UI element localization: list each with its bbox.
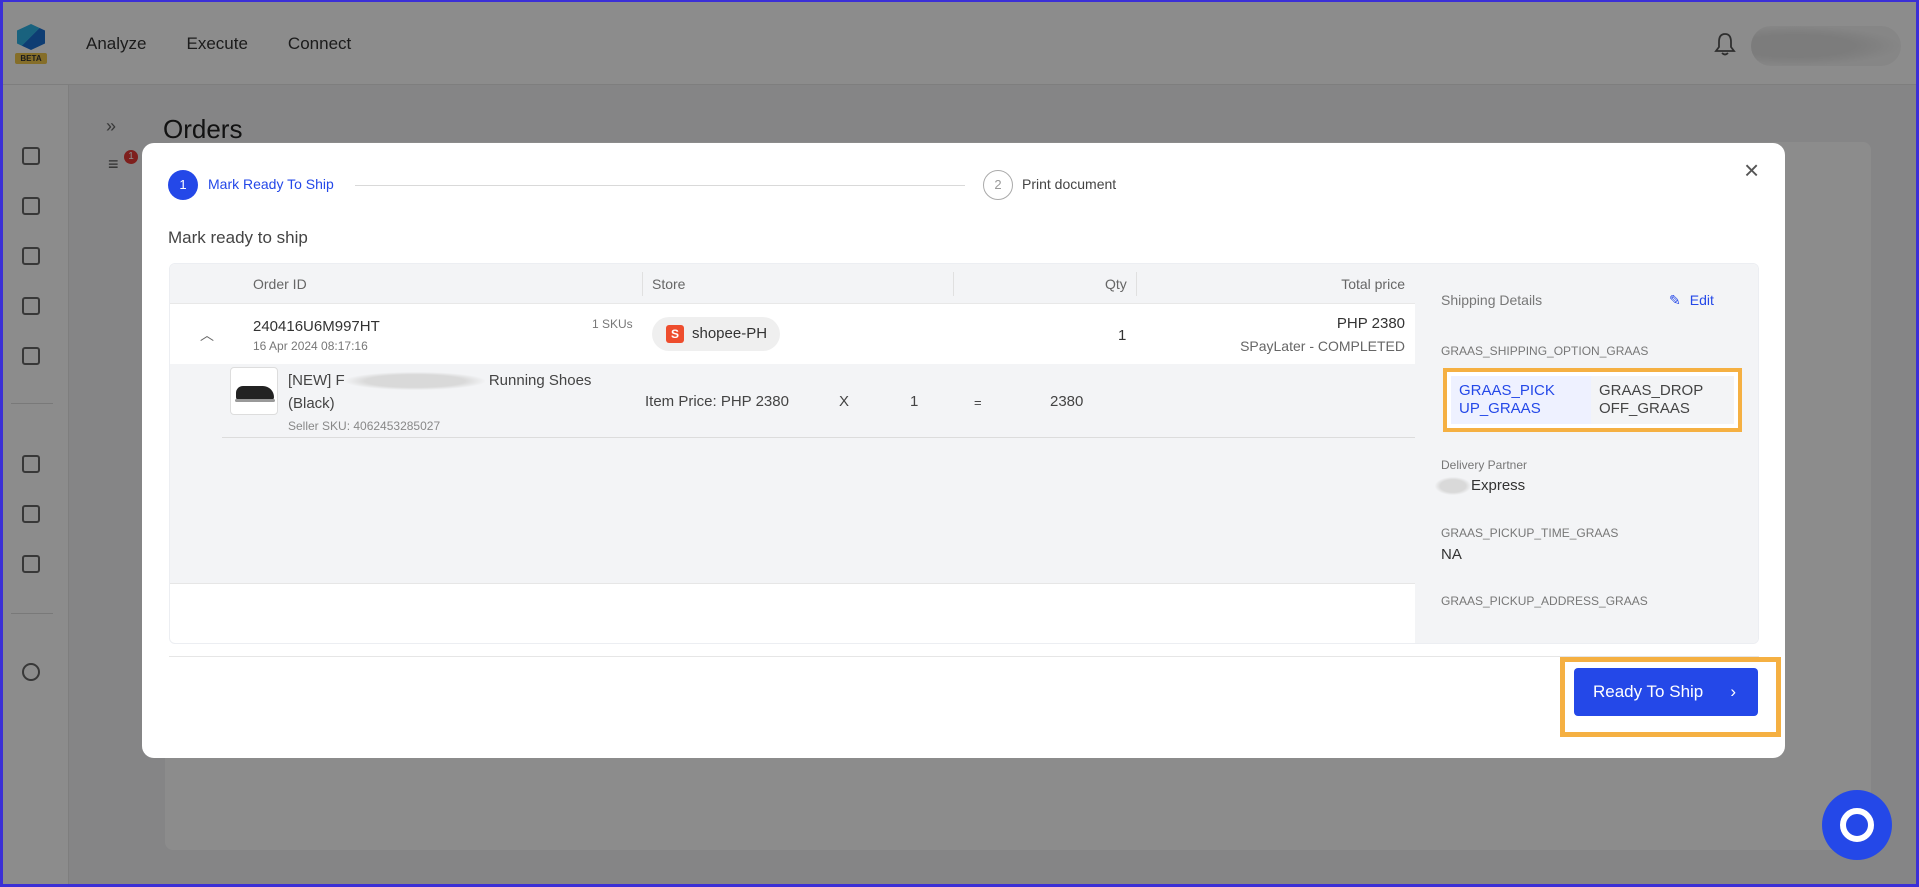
redacted-text (344, 372, 485, 391)
column-separator (1136, 272, 1137, 296)
item-qty: 1 (910, 393, 919, 410)
product-thumbnail (230, 367, 278, 415)
shipping-option-label: GRAAS_SHIPPING_OPTION_GRAAS (1441, 344, 1649, 358)
item-total: 2380 (1050, 393, 1084, 410)
ready-to-ship-label: Ready To Ship (1593, 682, 1704, 701)
product-variant: (Black) (288, 395, 335, 412)
store-badge: S shopee-PH (652, 317, 781, 351)
ready-to-ship-button[interactable]: Ready To Ship › (1574, 668, 1758, 716)
app-window: BETA Analyze Execute Connect » Orders ≡ … (0, 0, 1919, 887)
delivery-partner-label: Delivery Partner (1441, 458, 1528, 472)
order-id: 240416U6M997HT (253, 318, 380, 335)
list-item: [NEW] F Running Shoes (Black) Seller SKU… (222, 364, 1457, 438)
shopee-bag-icon: S (666, 325, 684, 343)
redacted-text (1435, 477, 1471, 496)
store-name: shopee-PH (692, 325, 768, 342)
header-order-id: Order ID (253, 276, 307, 292)
step-1-label: Mark Ready To Ship (208, 176, 334, 192)
table-header: Order ID Store Qty Total price (170, 264, 1415, 304)
order-price: PHP 2380 (1336, 315, 1405, 332)
step-connector (355, 185, 965, 186)
header-total-price: Total price (1341, 276, 1405, 292)
edit-shipping-button[interactable]: ✎ Edit (1669, 292, 1714, 309)
edit-label: Edit (1689, 292, 1714, 308)
product-name-suffix: Running Shoes (488, 372, 592, 389)
shoe-image (236, 386, 274, 400)
product-name-prefix: [NEW] F (288, 372, 345, 389)
ready-to-ship-modal: × 1 Mark Ready To Ship 2 Print document … (142, 143, 1785, 758)
order-qty: 1 (1118, 327, 1127, 344)
sku-count: 1 SKUs (592, 317, 633, 331)
chevron-up-icon[interactable]: ︿ (200, 325, 214, 345)
option-dropoff[interactable]: GRAAS_DROP OFF_GRAAS (1591, 376, 1734, 424)
pickup-address-label: GRAAS_PICKUP_ADDRESS_GRAAS (1441, 594, 1648, 608)
option-pickup[interactable]: GRAAS_PICK UP_GRAAS (1451, 376, 1591, 424)
help-lifebuoy-button[interactable] (1822, 790, 1892, 860)
step-1-indicator: 1 (168, 170, 198, 200)
shipping-details-panel: Shipping Details ✎ Edit GRAAS_SHIPPING_OP… (1415, 264, 1758, 643)
lifebuoy-icon (1840, 808, 1874, 842)
multiply-sign: X (839, 393, 850, 410)
column-separator (953, 272, 954, 296)
delivery-partner-value: Express (1435, 477, 1526, 496)
chevron-right-icon: › (1730, 682, 1736, 701)
order-items: [NEW] F Running Shoes (Black) Seller SKU… (170, 364, 1457, 584)
footer-divider (169, 656, 1759, 657)
order-table: Order ID Store Qty Total price ︿ 240416U… (169, 263, 1759, 644)
shipping-option-selector: GRAAS_PICK UP_GRAAS GRAAS_DROP OFF_GRAAS (1443, 368, 1742, 432)
equals-sign: = (974, 395, 982, 410)
product-name: [NEW] F Running Shoes (Black) (288, 369, 618, 415)
step-2-indicator: 2 (983, 170, 1013, 200)
item-price: Item Price: PHP 2380 (645, 393, 789, 410)
section-title: Mark ready to ship (168, 228, 308, 247)
order-date: 16 Apr 2024 08:17:16 (253, 339, 368, 353)
pencil-icon: ✎ (1669, 292, 1681, 308)
header-qty: Qty (1105, 276, 1127, 292)
step-2-label: Print document (1022, 176, 1117, 192)
header-store: Store (652, 276, 686, 292)
pickup-time-value: NA (1441, 546, 1462, 563)
payment-status: SPayLater - COMPLETED (1240, 338, 1405, 354)
pickup-time-label: GRAAS_PICKUP_TIME_GRAAS (1441, 526, 1619, 540)
seller-sku: Seller SKU: 4062453285027 (288, 419, 441, 433)
partner-name: Express (1471, 477, 1526, 494)
order-row[interactable]: ︿ 240416U6M997HT 16 Apr 2024 08:17:16 1 … (170, 305, 1415, 364)
shoe-sole (235, 399, 275, 402)
close-icon[interactable]: × (1744, 157, 1759, 183)
column-separator (642, 272, 643, 296)
shipping-details-title: Shipping Details (1441, 292, 1543, 308)
